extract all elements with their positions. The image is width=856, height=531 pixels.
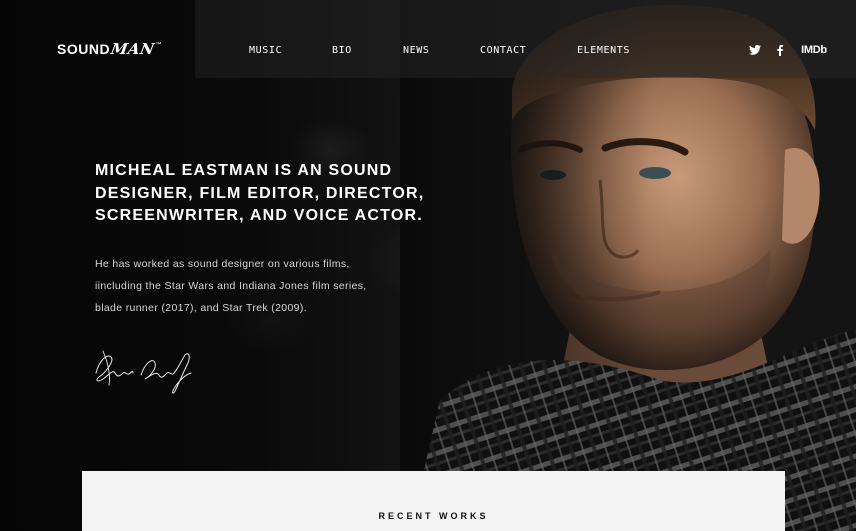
bio-line: iincluding the Star Wars and Indiana Jon… [95,280,367,292]
nav-item-bio[interactable]: BIO [332,45,352,56]
hero-headline: MICHEAL EASTMAN IS AN SOUND DESIGNER, FI… [95,162,425,224]
nav-item-elements[interactable]: ELEMENTS [577,45,630,56]
recent-works-section: RECENT WORKS [82,471,785,531]
recent-works-title: RECENT WORKS [378,511,489,521]
bio-line: blade runner (2017), and Star Trek (2009… [95,302,307,314]
hero-bio: He has worked as sound designer on vario… [95,253,395,319]
signature-image [95,350,192,394]
portrait-image [400,0,856,531]
nav-item-news[interactable]: NEWS [403,45,429,56]
page: SOUND MAN ™ MUSIC BIO NEWS CONTACT ELEME… [0,0,856,531]
nav-item-contact[interactable]: CONTACT [480,45,526,56]
bio-line: He has worked as sound designer on vario… [95,258,350,270]
main-nav: MUSIC BIO NEWS CONTACT ELEMENTS [0,45,856,59]
header-band [195,0,856,78]
facebook-icon[interactable] [775,42,785,58]
twitter-icon[interactable] [748,42,762,58]
imdb-link[interactable]: IMDb [800,42,828,58]
nav-item-music[interactable]: MUSIC [249,45,282,56]
